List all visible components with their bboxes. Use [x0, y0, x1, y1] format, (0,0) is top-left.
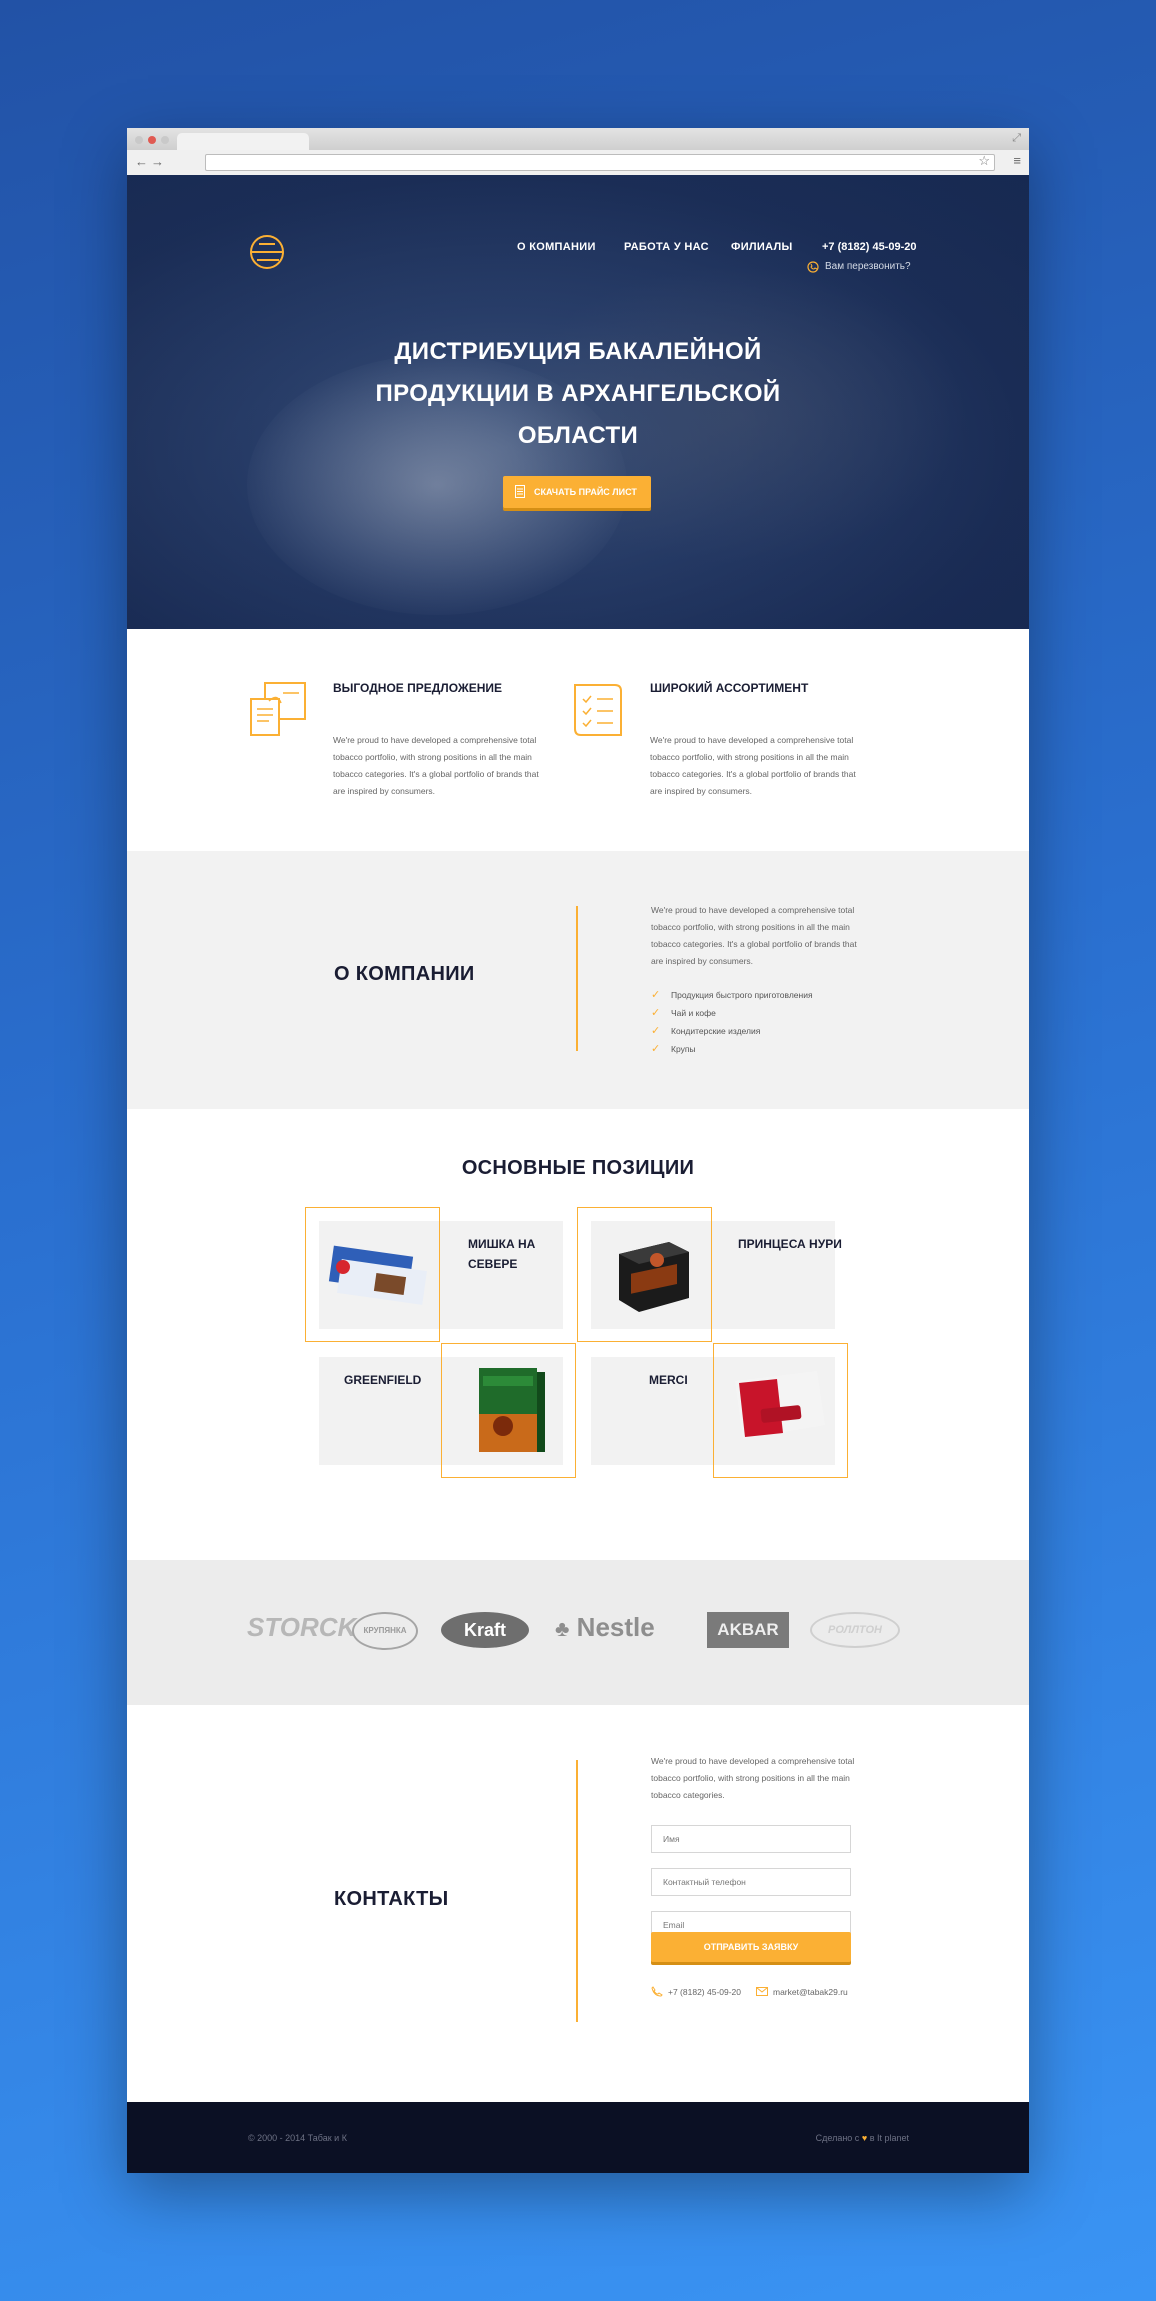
about-section: О КОМПАНИИ We're proud to have developed… [127, 851, 1029, 1109]
browser-menu-icon[interactable]: ≡ [1013, 153, 1021, 168]
positions-heading: ОСНОВНЫЕ ПОЗИЦИИ [461, 1157, 695, 1179]
about-title: О КОМПАНИИ [334, 963, 475, 985]
hero-section: О КОМПАНИИ РАБОТА У НАС ФИЛИАЛЫ +7 (8182… [127, 175, 1029, 629]
made-by-text[interactable]: Сделано с ♥ в It planet [816, 2133, 909, 2143]
window-zoom-dot[interactable] [161, 136, 169, 144]
brand-logo-akbar[interactable]: AKBAR [707, 1612, 789, 1648]
product-name: ПРИНЦЕСА НУРИ [738, 1237, 842, 1251]
product-name: МИШКА НА СЕВЕРЕ [468, 1237, 536, 1271]
positions-section: ОСНОВНЫЕ ПОЗИЦИИ МИШКА НА СЕВЕРЕ ПРИНЦЕС… [127, 1109, 1029, 1560]
document-icon [515, 485, 525, 498]
browser-window: ⤢ ← → ☆ ≡ О КОМПАНИИ РАБОТА У НАС ФИЛИАЛ… [127, 128, 1029, 2173]
list-item: ✓ Продукция быстрого приготовления [651, 986, 813, 1004]
company-logo-icon[interactable] [247, 232, 287, 272]
feature-title-offer: ВЫГОДНОЕ ПРЕДЛОЖЕНИЕ [333, 681, 503, 695]
header-phone[interactable]: +7 (8182) 45-09-20 [822, 241, 916, 253]
nestle-nest-icon: ♣ [555, 1616, 570, 1641]
feature-text-assortment: We're proud to have developed a comprehe… [650, 735, 856, 796]
submit-request-button[interactable]: ОТПРАВИТЬ ЗАЯВКУ [651, 1932, 851, 1962]
check-icon: ✓ [651, 1007, 661, 1019]
forward-arrow-icon[interactable]: → [151, 154, 164, 169]
brand-logo-krupyanka[interactable]: КРУПЯНКА [352, 1612, 418, 1650]
list-item: ✓ Чай и кофе [651, 1004, 813, 1022]
list-item: ✓ Кондитерские изделия [651, 1022, 813, 1040]
mishka-chocolate-image [328, 1245, 427, 1305]
heart-icon: ♥ [861, 2133, 868, 2143]
window-minimize-dot[interactable] [148, 136, 156, 144]
download-price-button[interactable]: СКАЧАТЬ ПРАЙС ЛИСТ [503, 476, 651, 508]
fullscreen-icon[interactable]: ⤢ [1012, 132, 1021, 145]
contacts-title: КОНТАКТЫ [334, 1888, 449, 1910]
about-list: ✓ Продукция быстрого приготовления ✓ Чай и… [651, 986, 813, 1058]
merci-chocolate-image [735, 1371, 825, 1439]
list-item: ✓ Крупы [651, 1040, 813, 1058]
about-text: We're proud to have developed a comprehe… [651, 905, 857, 966]
documents-icon [250, 682, 306, 736]
about-divider [576, 906, 578, 1051]
nav-link-about[interactable]: О КОМПАНИИ [517, 241, 596, 253]
contacts-text: We're proud to have developed a comprehe… [651, 1756, 855, 1800]
check-icon: ✓ [651, 1025, 661, 1037]
nav-link-jobs[interactable]: РАБОТА У НАС [624, 241, 709, 253]
phone-icon [651, 1986, 663, 1997]
features-section: ВЫГОДНОЕ ПРЕДЛОЖЕНИЕ We're proud to have… [127, 629, 1029, 851]
mail-icon [756, 1987, 768, 1996]
check-icon: ✓ [651, 1043, 661, 1055]
brands-section: STORCK КРУПЯНКА Kraft ♣ Nestle AKBAR РОЛ… [127, 1560, 1029, 1705]
princess-nuri-tea-image [619, 1242, 689, 1312]
back-arrow-icon[interactable]: ← [135, 154, 148, 169]
check-icon: ✓ [651, 989, 661, 1001]
browser-chrome: ⤢ ← → ☆ ≡ [127, 128, 1029, 176]
feature-title-assortment: ШИРОКИЙ АССОРТИМЕНТ [650, 681, 809, 695]
brand-logo-nestle[interactable]: ♣ Nestle [555, 1612, 655, 1643]
contacts-divider [576, 1760, 578, 2022]
browser-tab[interactable] [177, 133, 309, 150]
feature-text-offer: We're proud to have developed a comprehe… [333, 735, 539, 796]
name-field[interactable] [651, 1825, 851, 1853]
checklist-scroll-icon [574, 684, 622, 736]
nav-link-branches[interactable]: ФИЛИАЛЫ [731, 241, 793, 253]
contact-email[interactable]: market@tabak29.ru [773, 1987, 848, 1997]
greenfield-tea-image [479, 1368, 545, 1452]
contact-phone[interactable]: +7 (8182) 45-09-20 [668, 1987, 741, 1997]
brand-logo-storck[interactable]: STORCK [247, 1612, 356, 1643]
contacts-section: КОНТАКТЫ We're proud to have developed a… [127, 1705, 1029, 2102]
phone-icon [807, 261, 819, 273]
brand-logo-kraft[interactable]: Kraft [441, 1612, 529, 1648]
download-price-label: СКАЧАТЬ ПРАЙС ЛИСТ [534, 487, 637, 497]
browser-toolbar: ← → ☆ ≡ [127, 150, 1029, 176]
footer: © 2000 - 2014 Табак и К Сделано с ♥ в It… [127, 2102, 1029, 2173]
address-bar[interactable]: ☆ [205, 153, 995, 171]
phone-field[interactable] [651, 1868, 851, 1896]
window-close-dot[interactable] [135, 136, 143, 144]
browser-tab-bar: ⤢ [127, 128, 1029, 150]
hero-title: ДИСТРИБУЦИЯ БАКАЛЕЙНОЙ ПРОДУКЦИИ В АРХАН… [375, 338, 781, 449]
copyright-text: © 2000 - 2014 Табак и К [248, 2133, 347, 2143]
callback-link[interactable]: Вам перезвонить? [825, 261, 911, 272]
brand-logo-rollton[interactable]: РОЛЛТОН [810, 1612, 900, 1648]
bookmark-star-icon[interactable]: ☆ [978, 153, 990, 169]
